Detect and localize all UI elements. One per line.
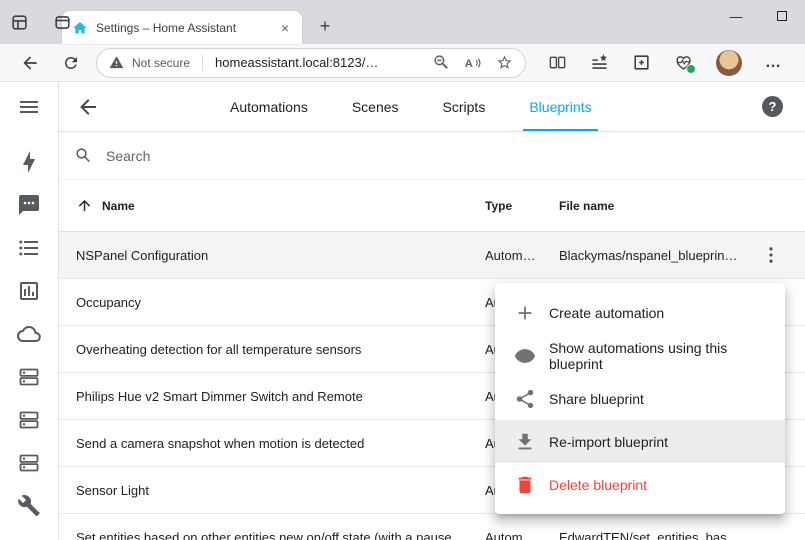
menu-item-delete-blueprint[interactable]: Delete blueprint	[495, 463, 785, 506]
sidebar-item-cloud[interactable]	[17, 322, 41, 346]
sidebar-item-logbook[interactable]	[17, 236, 41, 260]
favorite-star-icon[interactable]	[496, 54, 513, 71]
plus-icon	[514, 302, 536, 324]
window-controls: —	[713, 0, 805, 32]
address-bar-icons: A	[433, 54, 513, 72]
address-url[interactable]: homeassistant.local:8123/…	[215, 55, 425, 70]
home-assistant-favicon	[72, 20, 88, 36]
search-icon	[74, 146, 93, 165]
download-icon	[514, 431, 536, 453]
tab-blueprints[interactable]: Blueprints	[529, 82, 591, 131]
sidebar-item-settings[interactable]	[17, 494, 41, 518]
menu-item-label: Delete blueprint	[549, 477, 647, 493]
menu-item-label: Show automations using this blueprint	[549, 340, 771, 372]
table-row[interactable]: NSPanel Configuration Autom… Blackymas/n…	[59, 232, 805, 279]
ha-nav-tabs: Automations Scenes Scripts Blueprints	[230, 82, 592, 131]
maximize-icon	[777, 11, 787, 21]
row-file: Blackymas/nspanel_blueprin…	[559, 248, 754, 263]
sidebar-item-energy[interactable]	[17, 150, 41, 174]
favorites-hub-icon[interactable]	[590, 53, 609, 72]
workspaces-icon[interactable]	[10, 13, 29, 32]
profile-avatar[interactable]	[716, 50, 742, 76]
row-name: Send a camera snapshot when motion is de…	[76, 436, 485, 451]
sidebar-menu-icon[interactable]	[17, 95, 41, 119]
browser-tab[interactable]: Settings – Home Assistant ×	[62, 11, 302, 44]
collections-icon[interactable]	[632, 53, 651, 72]
column-name: Name	[102, 199, 135, 213]
read-aloud-icon[interactable]: A	[464, 54, 482, 72]
toolbar-right-icons: …	[548, 50, 782, 76]
ha-header: Automations Scenes Scripts Blueprints ?	[59, 82, 805, 132]
blueprint-context-menu: Create automation Show automations using…	[495, 283, 785, 514]
sidebar-item-stack-2[interactable]	[17, 408, 41, 432]
search-input[interactable]	[106, 148, 426, 164]
sidebar-item-assist[interactable]	[17, 193, 41, 217]
menu-item-share-blueprint[interactable]: Share blueprint	[495, 377, 785, 420]
menu-item-label: Re-import blueprint	[549, 434, 668, 450]
address-divider	[202, 55, 203, 71]
row-type: Autom…	[485, 248, 559, 263]
ha-sidebar	[0, 82, 59, 540]
help-icon[interactable]: ?	[762, 96, 783, 117]
row-type: Autom…	[485, 530, 559, 540]
back-icon[interactable]	[20, 53, 40, 73]
sidebar-item-stack-3[interactable]	[17, 451, 41, 475]
trash-icon	[514, 474, 536, 496]
eye-icon	[514, 345, 536, 367]
svg-text:A: A	[465, 57, 473, 69]
browser-essentials-icon[interactable]	[674, 53, 693, 72]
ha-main: Automations Scenes Scripts Blueprints ? …	[59, 82, 805, 540]
security-label[interactable]: Not secure	[132, 56, 190, 70]
tab-scripts[interactable]: Scripts	[443, 82, 486, 131]
home-assistant-app: Automations Scenes Scripts Blueprints ? …	[0, 82, 805, 540]
tab-automations[interactable]: Automations	[230, 82, 308, 131]
table-row[interactable]: Set entities based on other entities new…	[59, 514, 805, 540]
address-bar[interactable]: Not secure homeassistant.local:8123/… A	[96, 48, 526, 78]
row-file: EdwardTEN/set_entities_bas…	[559, 530, 754, 540]
tab-scenes[interactable]: Scenes	[352, 82, 399, 131]
not-secure-warning-icon	[109, 55, 124, 70]
row-name: Sensor Light	[76, 483, 485, 498]
sort-by-name[interactable]: Name	[76, 197, 485, 214]
tab-actions-icon[interactable]	[53, 13, 72, 32]
titlebar-left-icons	[8, 0, 72, 44]
share-icon	[514, 388, 536, 410]
new-tab-button[interactable]: +	[312, 13, 338, 39]
menu-item-show-automations[interactable]: Show automations using this blueprint	[495, 334, 785, 377]
maximize-button[interactable]	[759, 0, 805, 32]
search-row	[59, 132, 805, 180]
sort-arrow-up-icon	[76, 197, 93, 214]
minimize-button[interactable]: —	[713, 0, 759, 32]
column-file[interactable]: File name	[559, 199, 754, 213]
settings-more-icon[interactable]: …	[765, 54, 782, 72]
menu-item-reimport-blueprint[interactable]: Re-import blueprint	[495, 420, 785, 463]
row-name: Philips Hue v2 Smart Dimmer Switch and R…	[76, 389, 485, 404]
tab-title: Settings – Home Assistant	[96, 21, 268, 35]
row-name: NSPanel Configuration	[76, 248, 485, 263]
browser-titlebar: Settings – Home Assistant × + —	[0, 0, 805, 44]
refresh-icon[interactable]	[62, 54, 80, 72]
tab-close-icon[interactable]: ×	[276, 19, 294, 37]
row-name: Overheating detection for all temperatur…	[76, 342, 485, 357]
menu-item-label: Create automation	[549, 305, 664, 321]
zoom-out-icon[interactable]	[433, 54, 450, 71]
browser-toolbar: Not secure homeassistant.local:8123/… A	[0, 44, 805, 82]
table-header: Name Type File name	[59, 180, 805, 232]
sidebar-item-history[interactable]	[17, 279, 41, 303]
column-type[interactable]: Type	[485, 199, 559, 213]
row-name: Set entities based on other entities new…	[76, 530, 485, 540]
menu-item-create-automation[interactable]: Create automation	[495, 291, 785, 334]
row-name: Occupancy	[76, 295, 485, 310]
menu-item-label: Share blueprint	[549, 391, 644, 407]
split-screen-icon[interactable]	[548, 53, 567, 72]
sidebar-item-stack-1[interactable]	[17, 365, 41, 389]
row-overflow-menu-icon[interactable]	[760, 244, 784, 266]
ha-back-icon[interactable]	[76, 95, 100, 119]
